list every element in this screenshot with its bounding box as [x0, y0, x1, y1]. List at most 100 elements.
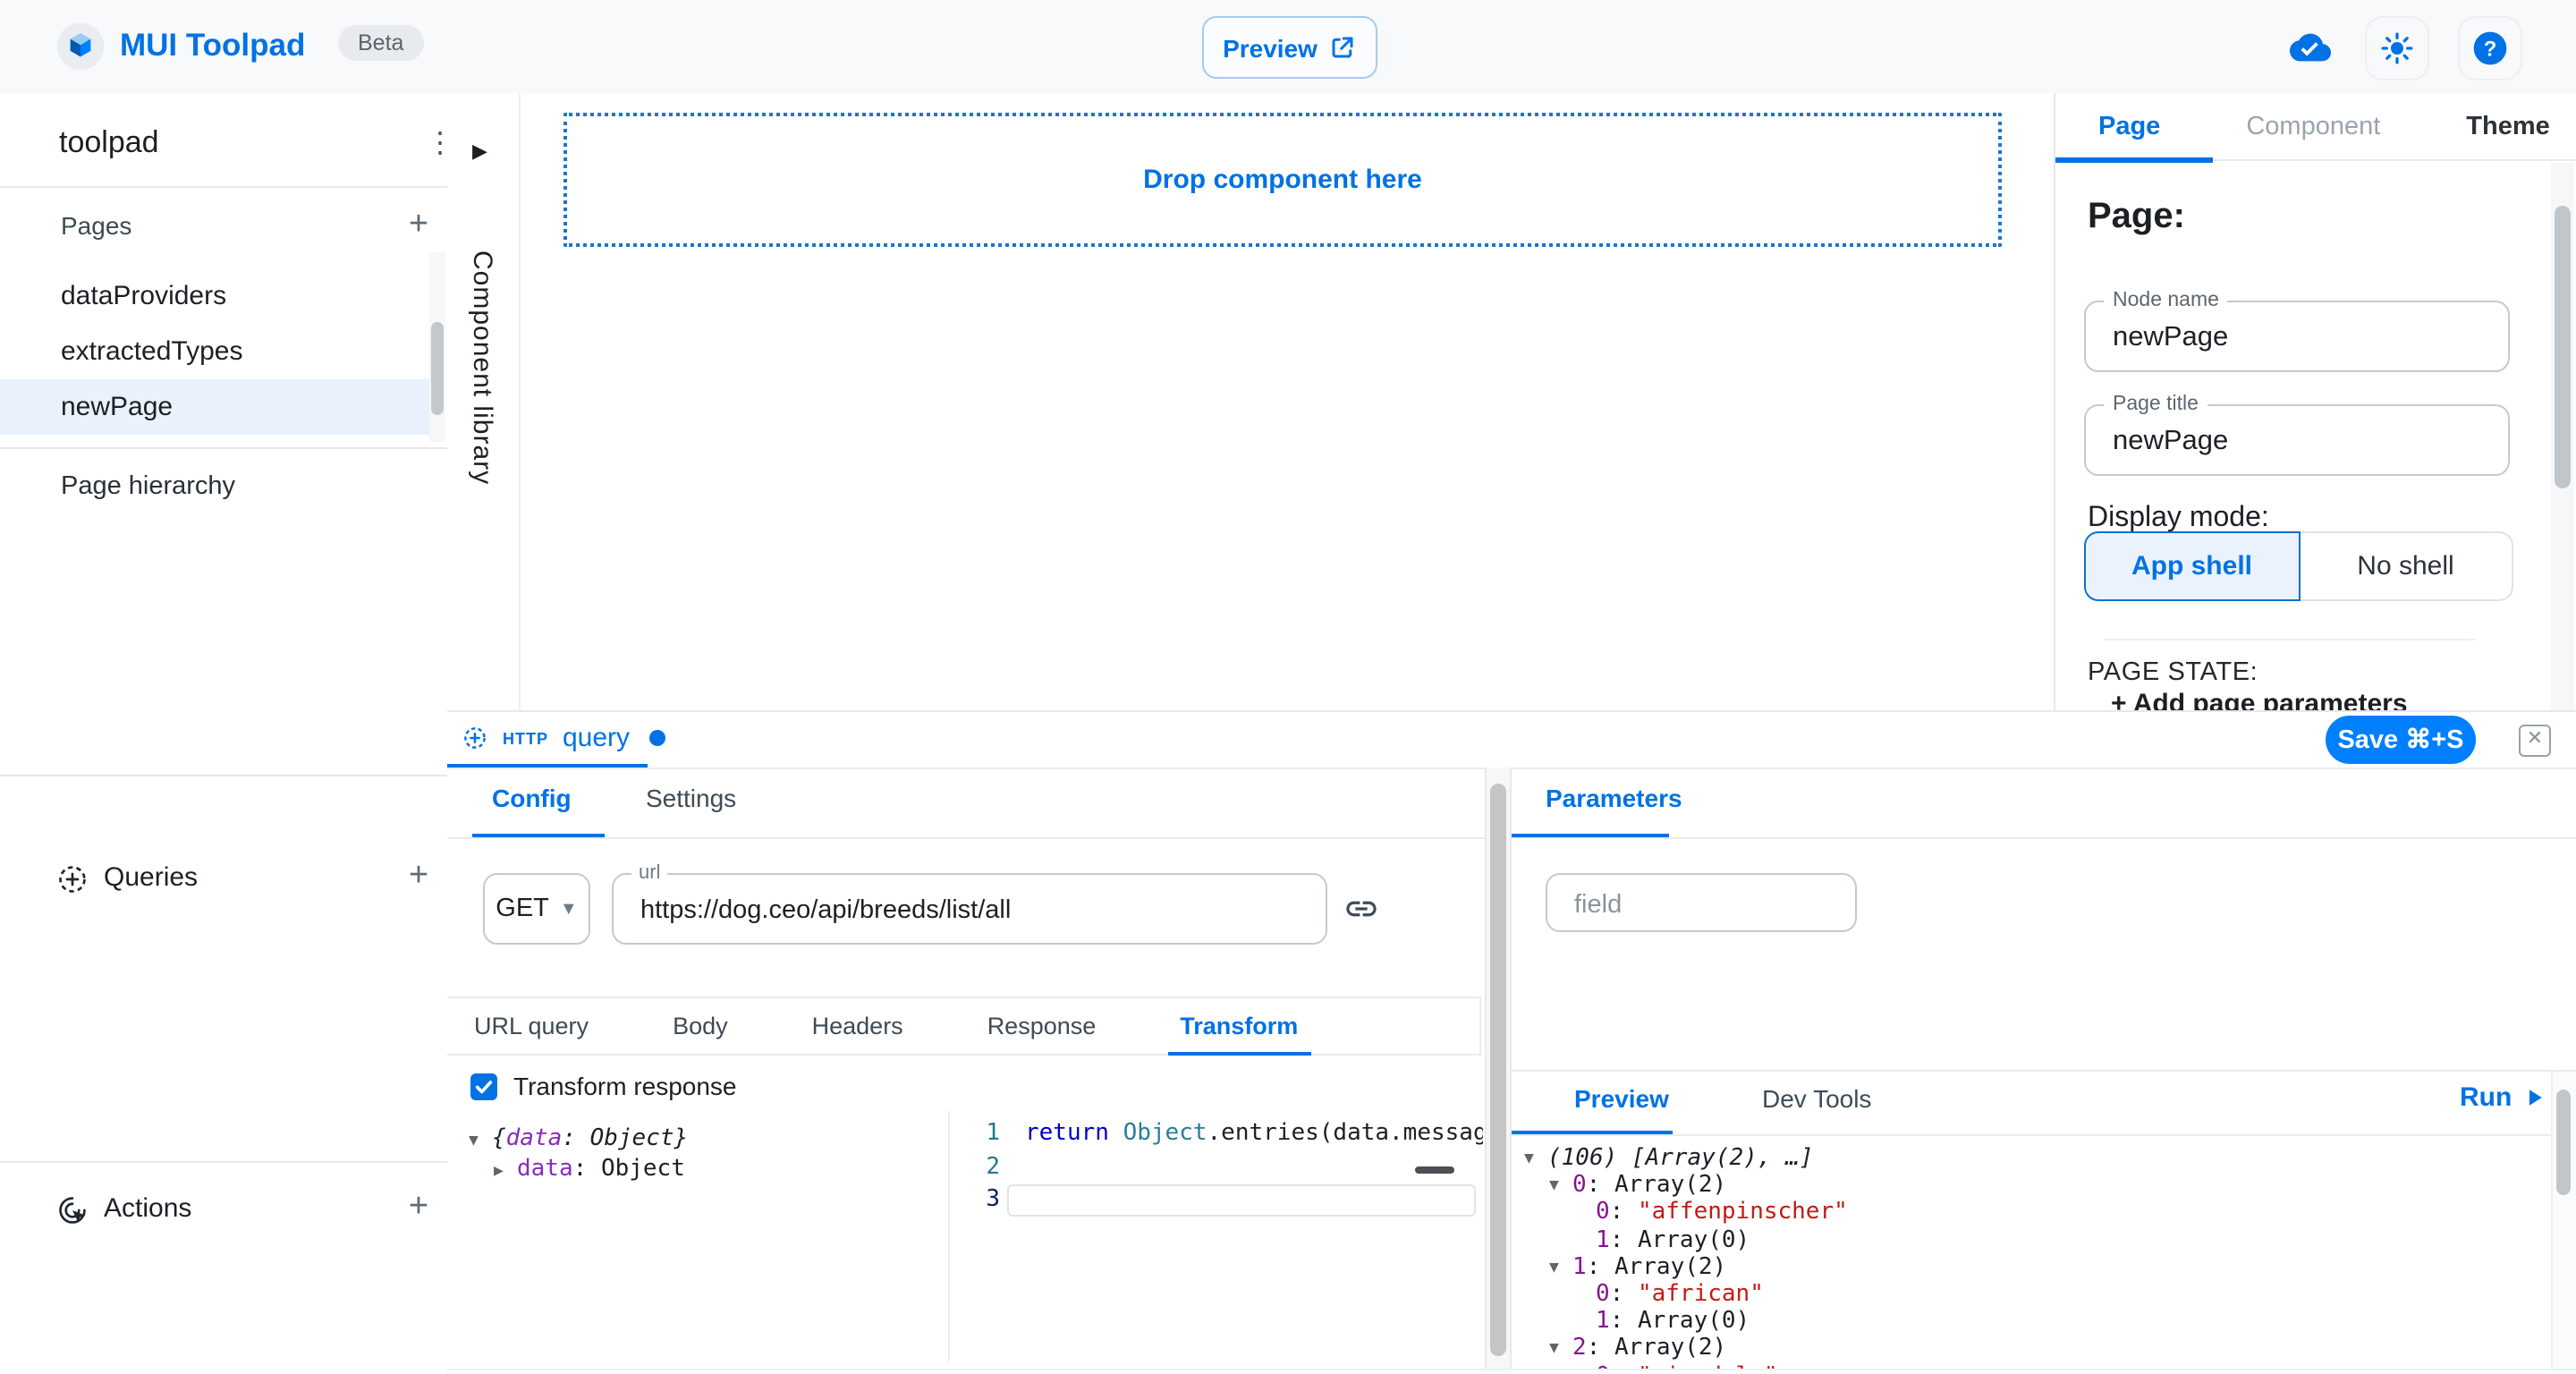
external-link-icon: [1330, 34, 1357, 61]
query-name-label: query: [563, 723, 630, 753]
url-field[interactable]: url: [612, 873, 1327, 945]
page-hierarchy-label[interactable]: Page hierarchy: [61, 472, 235, 501]
result-scrollbar-thumb[interactable]: [2556, 1090, 2571, 1195]
result-tree: ▼(106) [Array(2), …] ▼0: Array(2) 0: "af…: [1512, 1145, 2551, 1374]
http-query-icon: [462, 725, 488, 751]
editor-scrollbar-thumb[interactable]: [1415, 1166, 1454, 1174]
pages-section-label: Pages: [61, 211, 131, 240]
method-select[interactable]: GET ▼: [483, 873, 590, 945]
scope-tree-root[interactable]: ▼{data: Object}: [469, 1124, 688, 1154]
tree-row[interactable]: 0: "affenpinscher": [1512, 1200, 2551, 1226]
tab-theme[interactable]: Theme: [2466, 112, 2550, 140]
queries-label: Queries: [104, 862, 198, 893]
inspector-scrollbar-thumb[interactable]: [2555, 206, 2571, 488]
query-tab[interactable]: HTTP query: [447, 712, 665, 764]
line-number: 1: [950, 1118, 1000, 1151]
tab-config[interactable]: Config: [492, 784, 572, 812]
run-label: Run: [2460, 1082, 2512, 1113]
url-input[interactable]: [637, 875, 1315, 946]
triangle-down-icon[interactable]: ▼: [1549, 1337, 1572, 1364]
beta-badge: Beta: [338, 25, 423, 61]
display-mode-label: Display mode:: [2088, 503, 2269, 535]
panel-scrollbar[interactable]: [1485, 768, 1512, 1374]
query-protocol-label: HTTP: [503, 729, 548, 747]
add-binding-icon[interactable]: [1343, 891, 1379, 927]
tab-parameters[interactable]: Parameters: [1546, 784, 1682, 812]
add-query-button[interactable]: +: [401, 859, 436, 895]
add-action-button[interactable]: +: [401, 1190, 436, 1226]
help-button[interactable]: ?: [2458, 16, 2522, 81]
sidebar-item-extractedtypes[interactable]: extractedTypes: [0, 324, 429, 379]
parameter-field[interactable]: [1546, 873, 1857, 932]
actions-icon: [55, 1193, 89, 1227]
page-title-field[interactable]: Page title: [2084, 404, 2510, 476]
scope-tree-child[interactable]: ▶data: Object: [469, 1154, 688, 1184]
bottom-edge: [447, 1369, 2576, 1374]
kebab-menu-icon[interactable]: ⋮: [426, 129, 447, 165]
triangle-right-icon[interactable]: ▶: [494, 1158, 517, 1188]
active-tab-indicator: [2055, 157, 2213, 162]
display-mode-app-shell[interactable]: App shell: [2084, 531, 2300, 601]
tab-url-query[interactable]: URL query: [474, 998, 589, 1054]
sun-icon: [2379, 30, 2415, 66]
sidebar-item-dataproviders[interactable]: dataProviders: [0, 268, 429, 324]
node-name-input[interactable]: [2109, 302, 2474, 374]
tab-preview[interactable]: Preview: [1574, 1084, 1669, 1113]
tab-settings[interactable]: Settings: [646, 784, 736, 812]
app-header: MUI Toolpad Beta Preview: [0, 0, 2576, 95]
panel-scrollbar-thumb[interactable]: [1490, 784, 1506, 1356]
drop-zone-hint: Drop component here: [1143, 165, 1422, 195]
sidebar: toolpad ⋮ Pages + dataProviders extracte…: [0, 93, 449, 1374]
tab-page[interactable]: Page: [2098, 112, 2160, 140]
triangle-down-icon[interactable]: ▼: [1549, 1174, 1572, 1200]
preview-button[interactable]: Preview: [1202, 16, 1377, 79]
run-button[interactable]: Run: [2460, 1082, 2547, 1113]
queries-section: Queries +: [0, 853, 447, 907]
theme-toggle-button[interactable]: [2365, 16, 2429, 81]
scope-tree: ▼{data: Object} ▶data: Object: [469, 1124, 688, 1184]
component-library-label: Component library: [467, 250, 497, 485]
tree-row[interactable]: 1: Array(0): [1512, 1226, 2551, 1253]
play-icon: [2521, 1084, 2547, 1111]
expand-arrow-icon[interactable]: ▶: [472, 140, 487, 163]
line-number: 2: [950, 1151, 1000, 1184]
parameter-input[interactable]: [1571, 875, 1837, 934]
add-page-button[interactable]: +: [401, 208, 436, 243]
svg-text:?: ?: [2484, 37, 2497, 61]
tab-headers[interactable]: Headers: [812, 998, 903, 1054]
sidebar-item-newpage[interactable]: newPage: [0, 379, 429, 435]
help-icon: ?: [2470, 29, 2510, 68]
mui-logo-icon: [55, 21, 106, 72]
tab-dev-tools[interactable]: Dev Tools: [1762, 1084, 1871, 1113]
sidebar-scrollbar-thumb[interactable]: [431, 322, 444, 415]
tree-row[interactable]: ▼0: Array(2): [1512, 1172, 2551, 1199]
transform-response-row: Transform response: [470, 1072, 737, 1100]
code-editor[interactable]: 1 return Object.entries(data.messag 2 3: [948, 1111, 1483, 1361]
triangle-down-icon[interactable]: ▼: [1524, 1147, 1547, 1174]
sidebar-scrollbar[interactable]: [429, 252, 445, 442]
triangle-down-icon[interactable]: ▼: [469, 1127, 492, 1158]
checked-checkbox[interactable]: [470, 1073, 497, 1099]
triangle-down-icon[interactable]: ▼: [1549, 1256, 1572, 1283]
tree-row[interactable]: 0: "african": [1512, 1281, 2551, 1308]
tab-body[interactable]: Body: [673, 998, 728, 1054]
result-scrollbar[interactable]: [2551, 1072, 2576, 1374]
node-name-field[interactable]: Node name: [2084, 301, 2510, 372]
display-mode-toggle: App shell No shell: [2084, 531, 2513, 601]
tab-transform[interactable]: Transform: [1180, 998, 1298, 1054]
tree-row[interactable]: ▼2: Array(2): [1512, 1336, 2551, 1362]
tree-row[interactable]: 1: Array(0): [1512, 1308, 2551, 1335]
tree-row[interactable]: ▼(106) [Array(2), …]: [1512, 1145, 2551, 1172]
current-line-highlight: [1007, 1184, 1476, 1217]
close-icon[interactable]: ✕: [2519, 725, 2551, 757]
check-icon: [474, 1076, 494, 1096]
drop-zone[interactable]: Drop component here: [564, 113, 2002, 247]
tree-row[interactable]: ▼1: Array(2): [1512, 1254, 2551, 1281]
display-mode-no-shell[interactable]: No shell: [2300, 531, 2513, 601]
tab-component[interactable]: Component: [2246, 112, 2380, 140]
cloud-done-icon[interactable]: [2290, 27, 2331, 68]
page-title-input[interactable]: [2109, 406, 2474, 478]
tab-response[interactable]: Response: [987, 998, 1097, 1054]
inspector-scrollbar[interactable]: [2551, 163, 2574, 710]
save-button[interactable]: Save ⌘+S: [2326, 716, 2476, 764]
